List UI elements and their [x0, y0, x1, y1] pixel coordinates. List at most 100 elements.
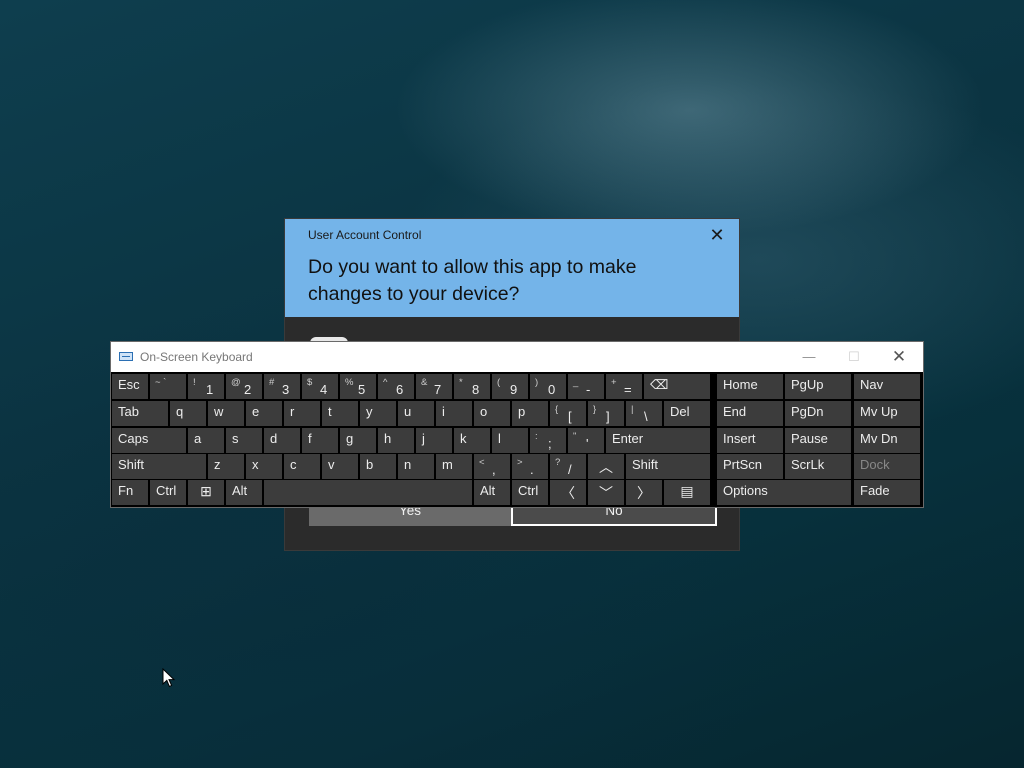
key-left[interactable]: 〈	[550, 480, 586, 505]
context-menu-icon: ▤	[680, 483, 694, 499]
key-6[interactable]: ^ 6	[378, 374, 414, 399]
key-scrlk[interactable]: ScrLk	[785, 454, 851, 479]
on-screen-keyboard: On-Screen Keyboard — ☐ ✕ Esc ~ ` ! 1 @2 #…	[111, 342, 923, 507]
key-a[interactable]: a	[188, 428, 224, 453]
key-l[interactable]: l	[492, 428, 528, 453]
key-quote[interactable]: " '	[568, 428, 604, 453]
key-z[interactable]: z	[208, 454, 244, 479]
key-1[interactable]: ! 1	[188, 374, 224, 399]
key-windows[interactable]: ⊞	[188, 480, 224, 505]
key-ctrl-right[interactable]: Ctrl	[512, 480, 548, 505]
backspace-icon: ⌫	[650, 377, 669, 392]
key-k[interactable]: k	[454, 428, 490, 453]
key-c[interactable]: c	[284, 454, 320, 479]
key-3[interactable]: #3	[264, 374, 300, 399]
key-right-bracket[interactable]: }]	[588, 401, 624, 426]
key-r[interactable]: r	[284, 401, 320, 426]
key-g[interactable]: g	[340, 428, 376, 453]
key-x[interactable]: x	[246, 454, 282, 479]
key-home[interactable]: Home	[717, 374, 783, 399]
key-n[interactable]: n	[398, 454, 434, 479]
arrow-left-icon: 〈	[561, 485, 575, 501]
key-p[interactable]: p	[512, 401, 548, 426]
key-slash[interactable]: ? /	[550, 454, 586, 479]
key-menu[interactable]: ▤	[664, 480, 710, 505]
minimize-button[interactable]: —	[795, 347, 823, 367]
key-9[interactable]: (9	[492, 374, 528, 399]
key-o[interactable]: o	[474, 401, 510, 426]
key-2[interactable]: @2	[226, 374, 262, 399]
uac-question: Do you want to allow this app to make ch…	[308, 256, 637, 305]
keyboard-icon	[119, 352, 133, 361]
key-v[interactable]: v	[322, 454, 358, 479]
key-options[interactable]: Options	[717, 480, 851, 505]
key-alt-right[interactable]: Alt	[474, 480, 510, 505]
key-esc[interactable]: Esc	[112, 374, 148, 399]
key-4[interactable]: $4	[302, 374, 338, 399]
key-pause[interactable]: Pause	[785, 428, 851, 453]
key-del[interactable]: Del	[664, 401, 710, 426]
key-u[interactable]: u	[398, 401, 434, 426]
key-5[interactable]: % 5	[340, 374, 376, 399]
key-semicolon[interactable]: :;	[530, 428, 566, 453]
key-insert[interactable]: Insert	[717, 428, 783, 453]
osk-titlebar[interactable]: On-Screen Keyboard — ☐ ✕	[111, 342, 923, 372]
key-caps[interactable]: Caps	[112, 428, 186, 453]
key-t[interactable]: t	[322, 401, 358, 426]
key-prtscn[interactable]: PrtScn	[717, 454, 783, 479]
key-shift-left[interactable]: Shift	[112, 454, 206, 479]
uac-title: User Account Control	[308, 228, 422, 242]
key-mvup[interactable]: Mv Up	[854, 401, 920, 426]
key-s[interactable]: s	[226, 428, 262, 453]
key-0[interactable]: ) 0	[530, 374, 566, 399]
key-space[interactable]	[264, 480, 472, 505]
key-e[interactable]: e	[246, 401, 282, 426]
key-fade[interactable]: Fade	[854, 480, 920, 505]
key-h[interactable]: h	[378, 428, 414, 453]
key-tilde[interactable]: ~ `	[150, 374, 186, 399]
key-mvdn[interactable]: Mv Dn	[854, 428, 920, 453]
key-backslash[interactable]: | \	[626, 401, 662, 426]
key-pgdn[interactable]: PgDn	[785, 401, 851, 426]
key-right[interactable]: 〉	[626, 480, 662, 505]
key-equal[interactable]: + =	[606, 374, 642, 399]
arrow-right-icon: 〉	[637, 485, 651, 501]
key-7[interactable]: & 7	[416, 374, 452, 399]
key-m[interactable]: m	[436, 454, 472, 479]
key-d[interactable]: d	[264, 428, 300, 453]
key-i[interactable]: i	[436, 401, 472, 426]
arrow-down-icon: ﹀	[599, 485, 613, 501]
key-left-bracket[interactable]: {[	[550, 401, 586, 426]
mouse-cursor-icon	[162, 668, 176, 688]
key-8[interactable]: * 8	[454, 374, 490, 399]
osk-title: On-Screen Keyboard	[140, 350, 253, 364]
key-enter[interactable]: Enter	[606, 428, 710, 453]
key-f[interactable]: f	[302, 428, 338, 453]
key-y[interactable]: y	[360, 401, 396, 426]
uac-close-button[interactable]: ✕	[707, 225, 727, 245]
key-shift-right[interactable]: Shift	[626, 454, 710, 479]
key-comma[interactable]: <,	[474, 454, 510, 479]
key-fn[interactable]: Fn	[112, 480, 148, 505]
windows-icon: ⊞	[200, 483, 212, 499]
key-dock[interactable]: Dock	[854, 454, 920, 479]
key-up[interactable]: ︿	[588, 454, 624, 479]
key-b[interactable]: b	[360, 454, 396, 479]
key-w[interactable]: w	[208, 401, 244, 426]
key-nav[interactable]: Nav	[854, 374, 920, 399]
arrow-up-icon: ︿	[599, 459, 613, 475]
key-backspace[interactable]: ⌫	[644, 374, 710, 399]
key-tab[interactable]: Tab	[112, 401, 168, 426]
key-ctrl-left[interactable]: Ctrl	[150, 480, 186, 505]
maximize-button[interactable]: ☐	[840, 347, 868, 367]
key-j[interactable]: j	[416, 428, 452, 453]
key-minus[interactable]: _ -	[568, 374, 604, 399]
key-alt-left[interactable]: Alt	[226, 480, 262, 505]
key-end[interactable]: End	[717, 401, 783, 426]
key-period[interactable]: >.	[512, 454, 548, 479]
key-down[interactable]: ﹀	[588, 480, 624, 505]
key-pgup[interactable]: PgUp	[785, 374, 851, 399]
uac-header: User Account Control ✕ Do you want to al…	[285, 219, 739, 317]
osk-close-button[interactable]: ✕	[885, 347, 913, 367]
key-q[interactable]: q	[170, 401, 206, 426]
